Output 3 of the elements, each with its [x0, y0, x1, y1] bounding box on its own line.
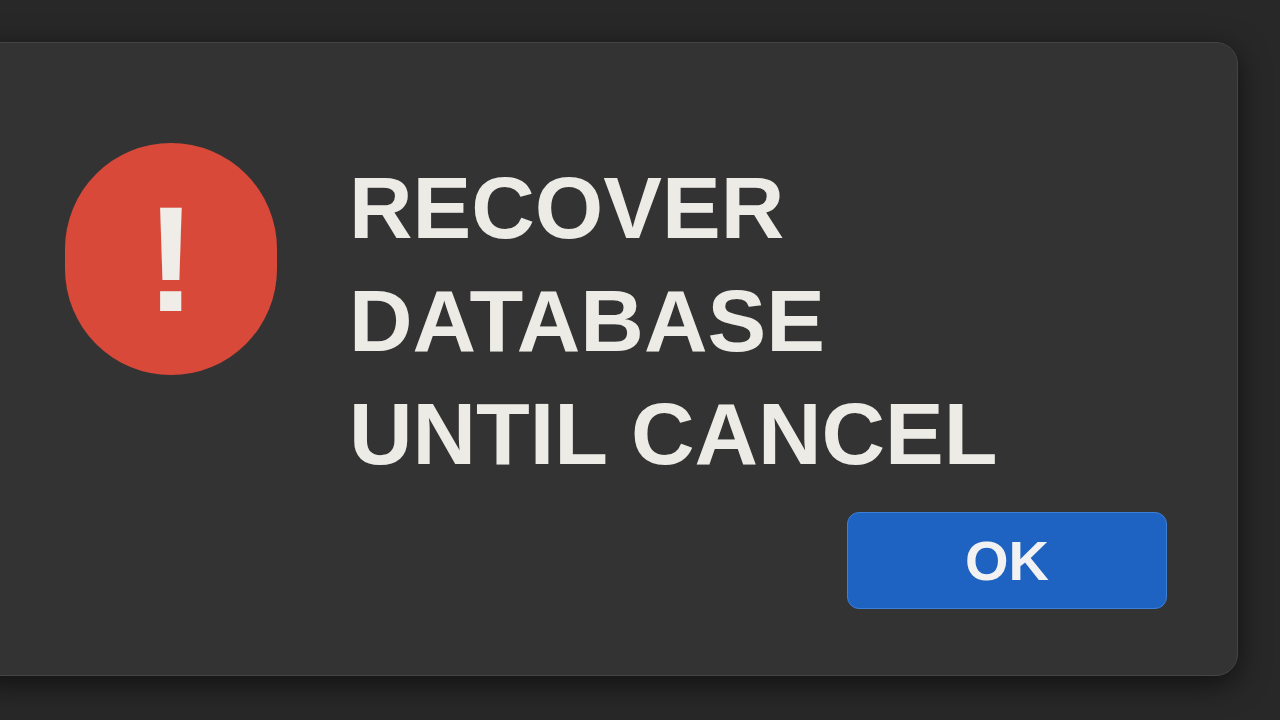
dialog-message: RECOVER DATABASE UNTIL CANCEL: [349, 157, 999, 485]
ok-button[interactable]: OK: [847, 512, 1167, 609]
alert-icon: !: [65, 143, 277, 375]
